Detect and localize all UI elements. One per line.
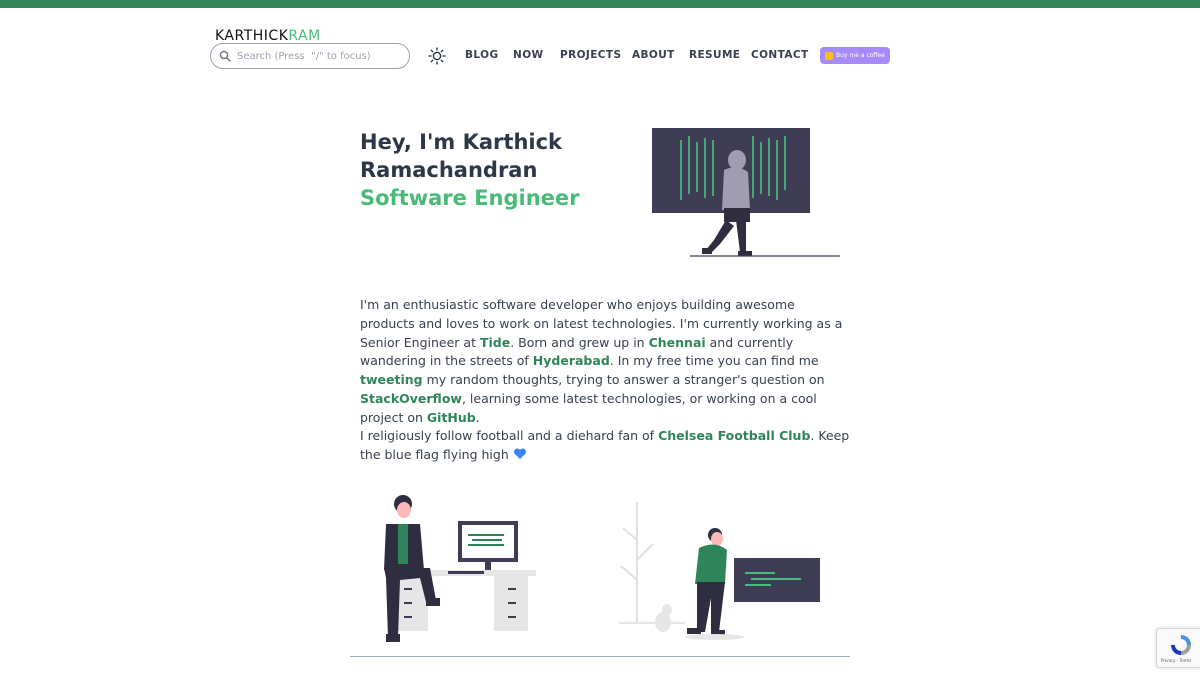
coffee-cup-icon (825, 51, 834, 60)
recaptcha-terms: Privacy - Terms (1161, 658, 1192, 663)
nav-blog[interactable]: BLOG (465, 49, 498, 61)
section-divider (350, 656, 850, 657)
site-logo[interactable]: KARTHICKRAM (215, 28, 321, 44)
blue-heart-icon (513, 448, 526, 459)
search-icon (219, 50, 231, 62)
buy-me-a-coffee-label: Buy me a coffee (836, 52, 885, 59)
stackoverflow-link[interactable]: StackOverflow (360, 391, 462, 406)
developer-standing-illustration (619, 502, 820, 640)
hero-title: Hey, I'm Karthick Ramachandran (360, 130, 563, 182)
about-paragraph: I'm an enthusiastic software developer w… (360, 296, 850, 428)
chelsea-link[interactable]: Chelsea Football Club (658, 428, 810, 443)
search-box[interactable] (210, 43, 410, 69)
football-paragraph: I religiously follow football and a dieh… (360, 427, 850, 465)
hacker-walking-illustration (652, 128, 840, 257)
tide-link[interactable]: Tide (480, 335, 510, 350)
recaptcha-badge[interactable]: Privacy - Terms (1156, 628, 1200, 668)
nav-projects[interactable]: PROJECTS (560, 49, 621, 61)
buy-me-a-coffee-button[interactable]: Buy me a coffee (820, 47, 890, 64)
about-text: . In my free time you can find me (609, 353, 819, 369)
github-link[interactable]: GitHub (427, 410, 476, 425)
nav-now[interactable]: NOW (513, 49, 544, 61)
top-accent-bar (0, 0, 1200, 8)
tweeting-link[interactable]: tweeting (360, 372, 423, 387)
search-input[interactable] (237, 50, 397, 62)
about-text: . Born and grew up in (510, 334, 649, 350)
about-text: my random thoughts, trying to answer a s… (422, 372, 825, 388)
about-text: . (475, 409, 480, 425)
logo-text-karthick: KARTHICK (215, 28, 289, 44)
logo-text-ram: RAM (288, 28, 321, 44)
chennai-link[interactable]: Chennai (649, 335, 706, 350)
recaptcha-icon (1171, 635, 1191, 655)
sun-icon[interactable] (428, 47, 446, 65)
nav-about[interactable]: ABOUT (632, 49, 675, 61)
hyderabad-link[interactable]: Hyderabad (533, 353, 610, 368)
nav-contact[interactable]: CONTACT (751, 49, 809, 61)
developer-at-desk-illustration (384, 495, 536, 642)
football-text: I religiously follow football and a dieh… (360, 428, 659, 443)
hero-subtitle: Software Engineer (360, 186, 580, 210)
nav-resume[interactable]: RESUME (689, 49, 740, 61)
